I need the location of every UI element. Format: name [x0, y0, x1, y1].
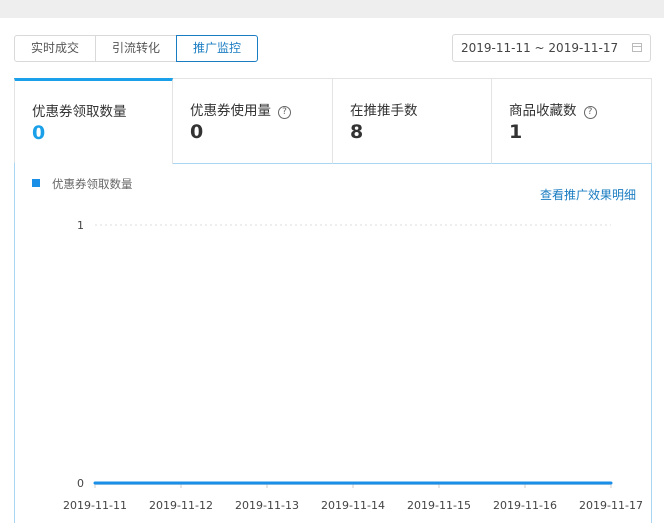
x-tick-label: 2019-11-14: [321, 499, 385, 512]
data-point: [609, 481, 613, 485]
x-tick-label: 2019-11-12: [149, 499, 213, 512]
x-tick-label: 2019-11-16: [493, 499, 557, 512]
line-chart: 0 1 2019-11-11 2019-11-12 2019-11-13 2019-11-…: [63, 219, 643, 512]
data-point: [351, 481, 355, 485]
x-tick-label: 2019-11-13: [235, 499, 299, 512]
data-point: [93, 481, 97, 485]
y-tick-label: 1: [77, 219, 84, 232]
data-point: [265, 481, 269, 485]
data-point: [523, 481, 527, 485]
x-tick-label: 2019-11-15: [407, 499, 471, 512]
tab-promotion-monitor[interactable]: 推广监控: [176, 35, 258, 62]
x-tick-label: 2019-11-11: [63, 499, 127, 512]
data-point: [437, 481, 441, 485]
x-tick-label: 2019-11-17: [579, 499, 643, 512]
y-tick-label: 0: [77, 477, 84, 490]
data-point: [179, 481, 183, 485]
